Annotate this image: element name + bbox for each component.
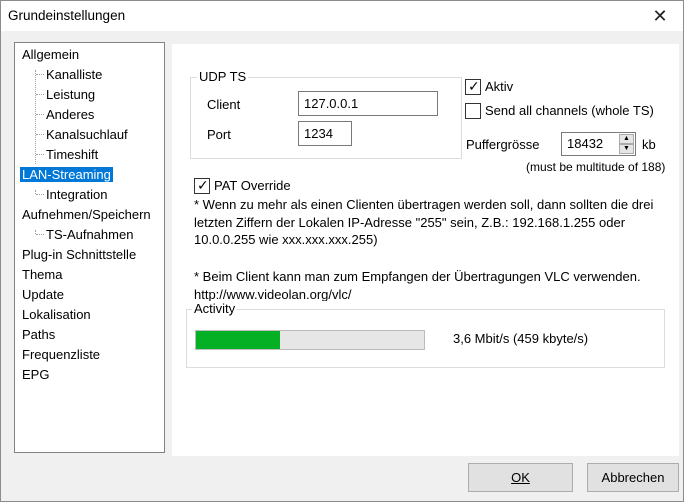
puffer-value: 18432 <box>567 136 604 151</box>
tree-connector <box>36 94 44 95</box>
tree-connector <box>36 154 44 155</box>
client-label: Client <box>207 97 241 112</box>
activity-group-label: Activity <box>192 301 238 316</box>
tree-item-timeshift[interactable]: Timeshift <box>46 145 98 164</box>
tree-connector <box>36 74 44 75</box>
window-title: Grundeinstellungen <box>8 8 126 23</box>
port-input[interactable]: 1234 <box>298 121 352 146</box>
tree-item-ts-aufnahmen[interactable]: TS-Aufnahmen <box>46 225 133 244</box>
tree-item-lokalisation[interactable]: Lokalisation <box>22 305 91 324</box>
ok-button[interactable]: OK <box>468 463 573 492</box>
vlc-note: * Beim Client kann man zum Empfangen der… <box>194 269 641 301</box>
spin-down-icon[interactable]: ▼ <box>619 144 634 154</box>
settings-panel: UDP TS Client 127.0.0.1 Port 1234 ✓ Akti… <box>172 44 679 456</box>
tree-item-thema[interactable]: Thema <box>22 265 62 284</box>
spin-buttons: ▲ ▼ <box>619 134 634 154</box>
check-icon: ✓ <box>468 78 480 94</box>
multi-client-note: * Wenn zu mehr als einen Clienten übertr… <box>194 197 654 247</box>
puffer-note: (must be multitude of 188) <box>526 160 666 174</box>
udp-ts-group-label: UDP TS <box>197 69 249 84</box>
settings-tree[interactable]: Allgemein Kanalliste Leistung Anderes Ka… <box>14 42 165 453</box>
send-all-checkbox[interactable] <box>465 103 481 119</box>
tree-item-plugin[interactable]: Plug-in Schnittstelle <box>22 245 136 264</box>
settings-dialog: Grundeinstellungen ✕ Allgemein Kanallist… <box>0 0 684 502</box>
tree-item-leistung[interactable]: Leistung <box>46 85 95 104</box>
aktiv-label: Aktiv <box>485 79 514 94</box>
udp-ts-group <box>190 77 462 159</box>
tree-item-kanalsuchlauf[interactable]: Kanalsuchlauf <box>46 125 128 144</box>
tree-connector <box>36 194 44 195</box>
tree-item-kanalliste[interactable]: Kanalliste <box>46 65 102 84</box>
puffer-spinbox[interactable]: 18432 ▲ ▼ <box>561 132 636 156</box>
activity-progress-bar <box>195 330 425 350</box>
tree-item-allgemein[interactable]: Allgemein <box>22 45 79 64</box>
cancel-button[interactable]: Abbrechen <box>587 463 679 492</box>
tree-item-update[interactable]: Update <box>22 285 64 304</box>
close-icon: ✕ <box>652 5 668 26</box>
tree-item-anderes[interactable]: Anderes <box>46 105 94 124</box>
tree-connector <box>35 70 36 164</box>
client-input[interactable]: 127.0.0.1 <box>298 91 438 116</box>
tree-connector <box>36 114 44 115</box>
tree-item-aufnehmen[interactable]: Aufnehmen/Speichern <box>22 205 151 224</box>
pat-override-checkbox[interactable]: ✓ <box>194 177 210 194</box>
tree-connector <box>36 234 44 235</box>
puffer-label: Puffergrösse <box>466 137 540 152</box>
send-all-label: Send all channels (whole TS) <box>485 103 654 118</box>
activity-progress-fill <box>196 331 281 349</box>
activity-rate: 3,6 Mbit/s (459 kbyte/s) <box>453 331 589 346</box>
close-button[interactable]: ✕ <box>637 1 683 31</box>
tree-connector <box>36 134 44 135</box>
spin-up-icon[interactable]: ▲ <box>619 134 634 144</box>
check-icon: ✓ <box>197 177 209 193</box>
tree-item-lan-streaming[interactable]: LAN-Streaming <box>20 165 113 184</box>
title-bar: Grundeinstellungen ✕ <box>1 1 683 31</box>
puffer-unit: kb <box>642 137 656 152</box>
tree-item-frequenzliste[interactable]: Frequenzliste <box>22 345 100 364</box>
tree-item-integration[interactable]: Integration <box>46 185 107 204</box>
tree-item-epg[interactable]: EPG <box>22 365 49 384</box>
tree-item-paths[interactable]: Paths <box>22 325 55 344</box>
port-label: Port <box>207 127 231 142</box>
pat-override-label: PAT Override <box>214 178 291 193</box>
aktiv-checkbox[interactable]: ✓ <box>465 78 481 95</box>
